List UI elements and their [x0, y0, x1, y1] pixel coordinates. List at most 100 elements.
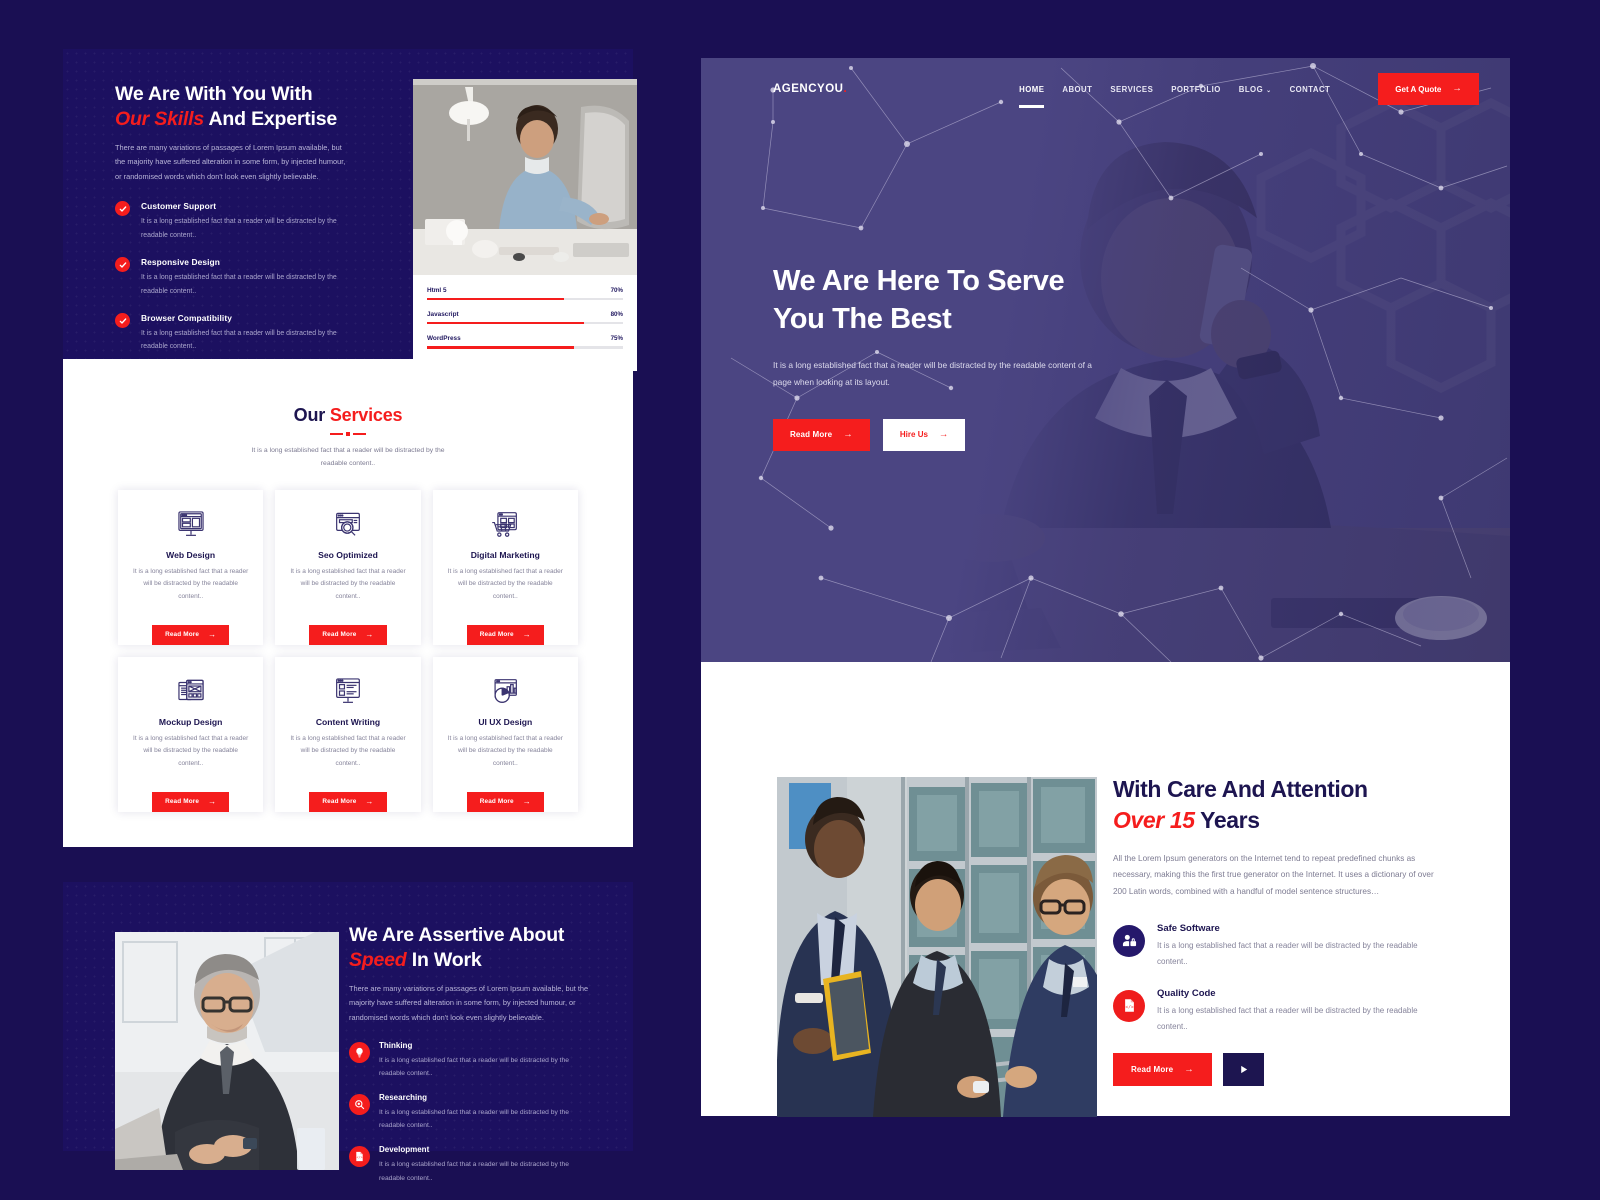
service-card-desc: It is a long established fact that a rea…: [447, 567, 563, 601]
wireframe-stack-icon: [174, 674, 208, 708]
right-column: AGENCYOU. HOME ABOUT SERVICES PORTFOLIO …: [701, 58, 1510, 1117]
businessman-photo: [115, 932, 339, 1170]
skill-bar-label: Javascript: [427, 311, 459, 319]
read-more-button[interactable]: Read More →: [309, 624, 387, 645]
services-grid: Web Design It is a long established fact…: [118, 489, 578, 812]
nav-item-portfolio[interactable]: PORTFOLIO: [1171, 85, 1221, 94]
list-item: Safe Software It is a long established f…: [1113, 923, 1435, 970]
check-icon: [115, 201, 130, 217]
care-read-more-label: Read More: [1131, 1065, 1174, 1075]
read-more-button[interactable]: Read More →: [152, 624, 230, 645]
service-card-title: Web Design: [166, 549, 216, 560]
skill-bar-track: [427, 322, 623, 325]
browser-search-icon: [331, 507, 365, 541]
arrow-right-icon: →: [365, 629, 374, 639]
page-root: We Are With You With Our Skills And Expe…: [0, 0, 1600, 1200]
skill-bar-fill: [427, 322, 584, 325]
hero-heading-line2: You The Best: [773, 302, 952, 335]
service-card[interactable]: UI UX Design It is a long established fa…: [432, 656, 578, 812]
care-heading-rest: Years: [1194, 807, 1260, 834]
skills-heading: We Are With You With Our Skills And Expe…: [115, 82, 347, 132]
divider-dash-left: [330, 433, 343, 435]
skill-bars: Html 5 70% Javascript 80% WordPress 75%: [413, 275, 637, 371]
list-item-title: Thinking: [379, 1041, 413, 1051]
read-more-button[interactable]: Read More →: [466, 791, 544, 812]
read-more-button[interactable]: Read More →: [152, 791, 230, 812]
read-more-label: Read More: [479, 798, 514, 806]
service-card-desc: It is a long established fact that a rea…: [447, 734, 563, 768]
services-title: Our Services: [63, 405, 633, 426]
skill-bar-percent: 75%: [610, 335, 623, 343]
read-more-button[interactable]: Read More →: [309, 791, 387, 812]
list-item-title: Development: [379, 1145, 430, 1155]
get-a-quote-button[interactable]: Get A Quote →: [1378, 73, 1479, 105]
list-item: </> Development It is a long established…: [349, 1145, 589, 1184]
care-section: With Care And Attention Over 15 Years Al…: [701, 662, 1510, 1117]
read-more-button[interactable]: Read More →: [466, 624, 544, 645]
assertive-heading-line1: We Are Assertive About: [349, 924, 565, 946]
hero-heading: We Are Here To Serve You The Best: [773, 263, 1103, 338]
service-card-title: Digital Marketing: [470, 549, 540, 560]
service-card[interactable]: Mockup Design It is a long established f…: [118, 656, 264, 812]
nav-item-blog-label: BLOG: [1238, 84, 1264, 94]
list-item-title: Quality Code: [1157, 987, 1216, 999]
hire-us-button[interactable]: Hire Us →: [882, 419, 966, 451]
care-content: With Care And Attention Over 15 Years Al…: [1113, 774, 1435, 1087]
services-subtitle: It is a long established fact that a rea…: [251, 447, 445, 467]
nav-item-contact[interactable]: CONTACT: [1290, 85, 1331, 94]
assertive-heading-accent: Speed: [349, 948, 407, 971]
nav-item-blog[interactable]: BLOG ⌄: [1239, 85, 1272, 94]
read-more-label: Read More: [165, 798, 200, 806]
nav-links: HOME ABOUT SERVICES PORTFOLIO BLOG ⌄ CONT…: [1019, 73, 1479, 108]
services-section: Our Services It is a long established fa…: [63, 359, 633, 847]
pie-bar-chart-icon: [488, 674, 522, 708]
service-card[interactable]: Content Writing It is a long established…: [275, 656, 421, 812]
play-video-button[interactable]: [1222, 1052, 1264, 1086]
list-item-title: Customer Support: [141, 201, 217, 212]
skill-bar-label: WordPress: [427, 335, 461, 343]
service-card[interactable]: Web Design It is a long established fact…: [118, 489, 264, 645]
service-card-title: Content Writing: [315, 716, 381, 727]
svg-text:</>: </>: [357, 1156, 363, 1160]
services-title-accent: Services: [329, 405, 403, 425]
care-paragraph: All the Lorem Ipsum generators on the In…: [1113, 853, 1434, 897]
hero-paragraph: It is a long established fact that a rea…: [773, 360, 1092, 388]
nav-item-about[interactable]: ABOUT: [1062, 85, 1092, 94]
brand-logo[interactable]: AGENCYOU.: [773, 83, 847, 95]
nav-item-services[interactable]: SERVICES: [1110, 85, 1153, 94]
read-more-label: Read More: [322, 798, 357, 806]
service-card-desc: It is a long established fact that a rea…: [290, 734, 406, 768]
assertive-heading-rest: In Work: [406, 948, 482, 971]
hero-buttons: Read More → Hire Us →: [773, 419, 1103, 451]
read-more-label: Read More: [322, 631, 357, 639]
service-card[interactable]: Seo Optimized It is a long established f…: [275, 489, 421, 645]
skills-section: We Are With You With Our Skills And Expe…: [63, 49, 637, 371]
arrow-right-icon: →: [843, 429, 853, 440]
skills-feature-list: Customer Support It is a long establishe…: [115, 201, 347, 354]
hero-read-more-button[interactable]: Read More →: [773, 419, 870, 451]
list-item-desc: It is a long established fact that a rea…: [141, 218, 337, 239]
assertive-section: We Are Assertive About Speed In Work The…: [63, 882, 633, 1182]
play-icon: [1238, 1064, 1249, 1075]
skill-bar-percent: 70%: [610, 287, 623, 294]
list-item-title: Safe Software: [1157, 922, 1220, 934]
skills-text-block: We Are With You With Our Skills And Expe…: [115, 82, 347, 354]
shopping-cart-grid-icon: [488, 507, 522, 541]
hero-read-more-label: Read More: [790, 430, 833, 440]
care-read-more-button[interactable]: Read More →: [1113, 1052, 1212, 1087]
skill-bar-fill: [427, 298, 565, 301]
service-card-desc: It is a long established fact that a rea…: [290, 567, 406, 601]
nav-item-home[interactable]: HOME: [1019, 85, 1045, 108]
skill-bar-label: Html 5: [427, 287, 447, 294]
divider-dash-right: [353, 433, 366, 435]
assertive-text-block: We Are Assertive About Speed In Work The…: [349, 923, 589, 1198]
skill-bar-track: [427, 346, 623, 349]
list-item-title: Researching: [379, 1093, 428, 1103]
monitor-layout-icon: [174, 507, 208, 541]
services-header: Our Services It is a long established fa…: [63, 359, 633, 471]
arrow-right-icon: →: [208, 796, 217, 806]
service-card[interactable]: Digital Marketing It is a long establish…: [432, 489, 578, 645]
check-icon: [115, 313, 130, 329]
code-file-icon: </>: [349, 1146, 370, 1168]
list-item-desc: It is a long established fact that a rea…: [141, 330, 337, 351]
